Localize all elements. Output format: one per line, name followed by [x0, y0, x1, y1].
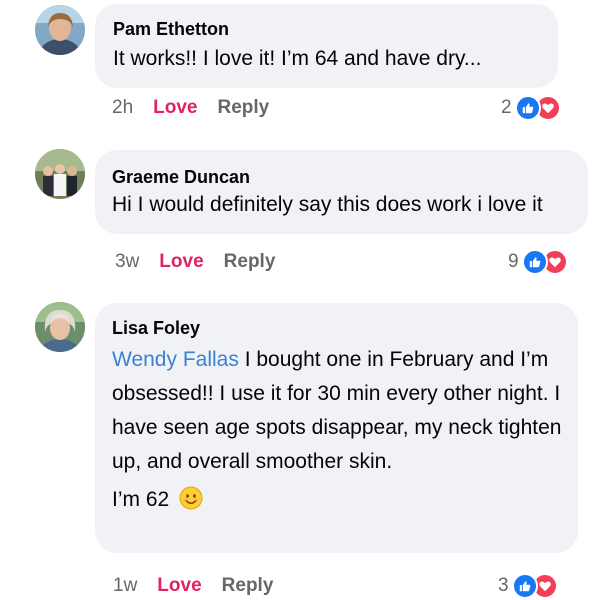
comment-timestamp[interactable]: 1w — [113, 575, 137, 597]
love-button[interactable]: Love — [153, 97, 197, 119]
comment-author[interactable]: Pam Ethetton — [113, 18, 558, 40]
comment-pam-ethetton: Pam Ethetton It works!! I love it! I’m 6… — [0, 0, 600, 145]
comment-text: Wendy Fallas I bought one in February an… — [112, 343, 562, 479]
thumbs-up-icon — [511, 573, 538, 599]
mention-link[interactable]: Wendy Fallas — [112, 348, 239, 371]
reaction-summary[interactable]: 3 — [498, 573, 558, 599]
comment-text: It works!! I love it! I’m 64 and have dr… — [113, 47, 482, 70]
comment-author[interactable]: Graeme Duncan — [112, 166, 588, 188]
reaction-count: 2 — [501, 97, 512, 118]
comment-timestamp[interactable]: 2h — [112, 97, 133, 119]
reaction-count: 9 — [508, 251, 519, 272]
comment-text-line2: I’m 62 — [112, 483, 562, 517]
love-button[interactable]: Love — [157, 575, 201, 597]
comment-author[interactable]: Lisa Foley — [112, 317, 562, 339]
reply-button[interactable]: Reply — [218, 97, 270, 119]
comment-bubble: Pam Ethetton It works!! I love it! I’m 6… — [95, 4, 558, 88]
reaction-summary[interactable]: 2 — [501, 95, 561, 121]
comment-text: Hi I would definitely say this does work… — [112, 193, 543, 216]
thumbs-up-icon — [514, 95, 541, 121]
comment-bubble: Graeme Duncan Hi I would definitely say … — [95, 150, 588, 234]
avatar[interactable] — [35, 302, 85, 352]
comment-actions: 2h Love Reply — [112, 97, 269, 119]
avatar[interactable] — [35, 5, 85, 55]
comment-bubble: Lisa Foley Wendy Fallas I bought one in … — [95, 303, 578, 553]
thumbs-up-icon — [521, 249, 548, 275]
reaction-count: 3 — [498, 575, 509, 596]
comment-lisa-foley: Lisa Foley Wendy Fallas I bought one in … — [0, 295, 600, 600]
love-button[interactable]: Love — [159, 251, 203, 273]
comment-body-2: I’m 62 — [112, 488, 170, 511]
reaction-summary[interactable]: 9 — [508, 249, 568, 275]
comment-actions: 1w Love Reply — [113, 575, 273, 597]
smiling-face-icon — [179, 486, 203, 510]
comment-timestamp[interactable]: 3w — [115, 251, 139, 273]
reply-button[interactable]: Reply — [224, 251, 276, 273]
comment-actions: 3w Love Reply — [115, 251, 275, 273]
avatar[interactable] — [35, 149, 85, 199]
reply-button[interactable]: Reply — [222, 575, 274, 597]
comment-graeme-duncan: Graeme Duncan Hi I would definitely say … — [0, 145, 600, 295]
